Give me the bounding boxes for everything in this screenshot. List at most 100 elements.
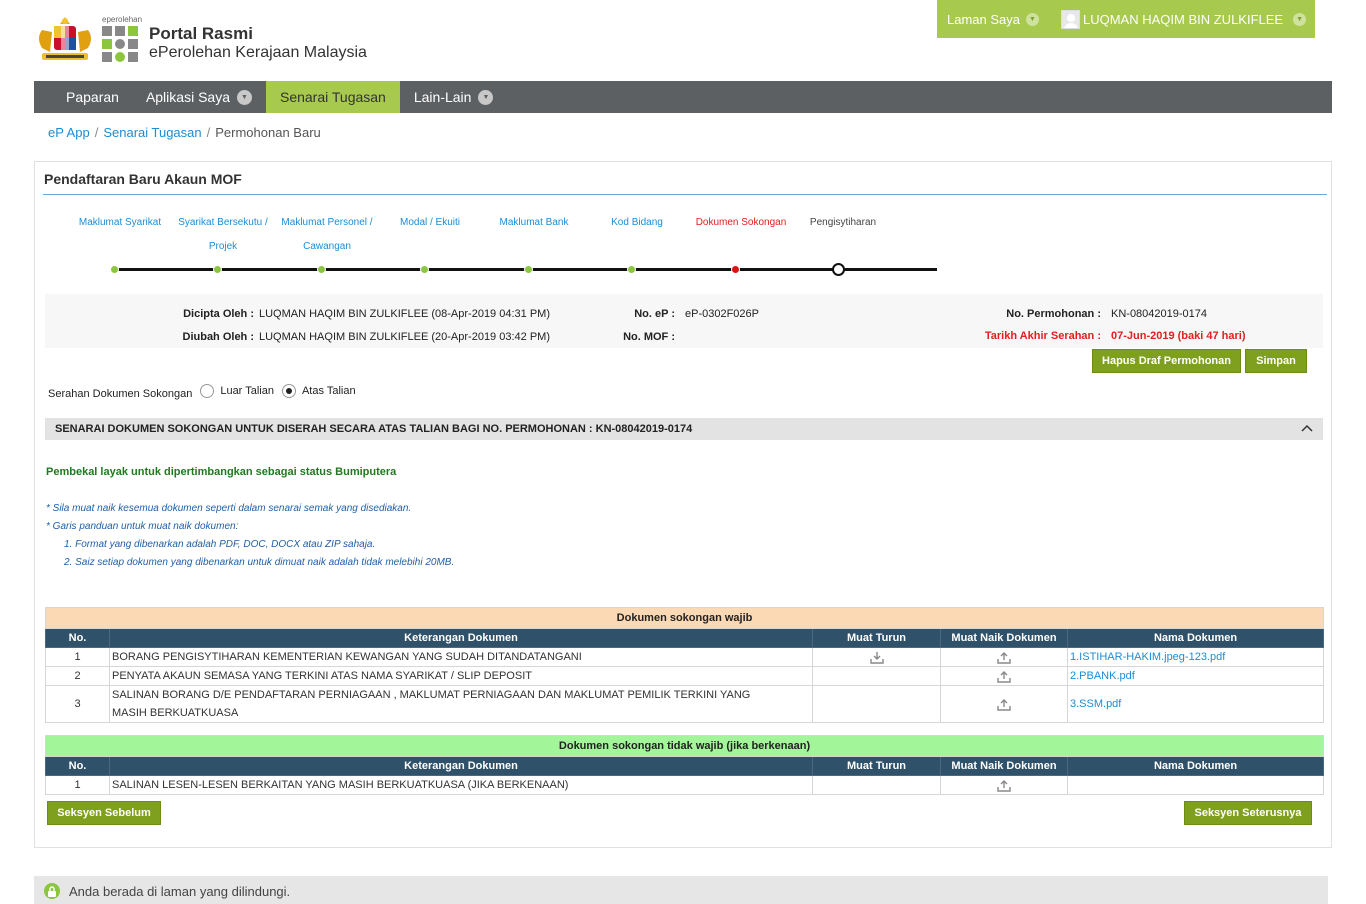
step-label-line: Maklumat Personel / xyxy=(281,217,373,228)
diubah-value: LUQMAN HAQIM BIN ZULKIFLEE (20-Apr-2019 … xyxy=(259,331,550,343)
table-row: 1 SALINAN LESEN-LESEN BERKAITAN YANG MAS… xyxy=(45,775,1325,795)
table-caption: Dokumen sokongan wajib xyxy=(44,607,1325,629)
user-name: LUQMAN HAQIM BIN ZULKIFLEE xyxy=(1083,11,1284,27)
nav-item-lain-lain[interactable]: Lain-Lain ▼ xyxy=(400,81,508,113)
wizard-step-dokumen-sokongan[interactable]: Dokumen Sokongan xyxy=(686,211,796,235)
simpan-button[interactable]: Simpan xyxy=(1245,349,1307,373)
tarikh-akhir-value: 07-Jun-2019 (baki 47 hari) xyxy=(1111,330,1246,342)
wizard-step-maklumat-syarikat[interactable]: Maklumat Syarikat xyxy=(75,211,165,235)
section-title: SENARAI DOKUMEN SOKONGAN UNTUK DISERAH S… xyxy=(55,423,693,435)
portal-title: Portal Rasmi xyxy=(149,24,253,43)
download-cell xyxy=(812,685,941,723)
wizard-step-pengisytiharan[interactable]: Pengisytiharan xyxy=(798,211,888,235)
seksyen-seterusnya-button[interactable]: Seksyen Seterusnya xyxy=(1184,801,1312,825)
no-ep-value: eP-0302F026P xyxy=(685,308,759,320)
table-dokumen-wajib: Dokumen sokongan wajib No. Keterangan Do… xyxy=(44,607,1325,723)
step-label-line: Projek xyxy=(208,241,238,252)
laman-saya-menu[interactable]: Laman Saya ▼ xyxy=(947,12,1039,27)
malaysia-crest-logo xyxy=(39,17,91,60)
no-mof-label: No. MOF : xyxy=(623,331,675,343)
chevron-down-icon: ▼ xyxy=(236,89,252,105)
wizard-dot-done xyxy=(110,265,119,274)
logo-small-text: eperolehan xyxy=(102,15,143,24)
upload-icon[interactable] xyxy=(997,779,1011,792)
security-footer: Anda berada di laman yang dilindungi. xyxy=(34,876,1328,904)
nav-item-paparan[interactable]: Paparan xyxy=(34,81,132,113)
row-no: 3 xyxy=(45,685,110,723)
upload-cell xyxy=(940,775,1068,795)
wizard-step-syarikat-bersekutu[interactable]: Syarikat Bersekutu / Projek xyxy=(173,211,273,259)
page-title: Pendaftaran Baru Akaun MOF xyxy=(44,171,242,187)
nav-item-aplikasi-saya[interactable]: Aplikasi Saya ▼ xyxy=(132,81,266,113)
download-cell xyxy=(812,666,941,686)
breadcrumb-separator: / xyxy=(94,125,99,140)
column-header-nama: Nama Dokumen xyxy=(1066,756,1325,776)
column-header-muat-naik: Muat Naik Dokumen xyxy=(940,628,1068,648)
chevron-down-icon: ▼ xyxy=(478,89,494,105)
radio-luar-talian[interactable] xyxy=(200,384,215,398)
wizard-dot-current xyxy=(731,265,740,274)
nav-item-label: Lain-Lain xyxy=(413,89,472,105)
radio-atas-talian[interactable] xyxy=(281,384,296,398)
header: eperolehan Portal Rasmi ePerolehan Keraj… xyxy=(0,0,1366,80)
file-link[interactable]: 1.ISTIHAR-HAKIM.jpeg-123.pdf xyxy=(1070,651,1225,663)
chevron-up-icon[interactable] xyxy=(1301,421,1313,435)
nav-item-senarai-tugasan[interactable]: Senarai Tugasan xyxy=(265,81,400,113)
step-label-line: Kod Bidang xyxy=(611,217,663,228)
title-divider xyxy=(43,194,1327,195)
upload-icon[interactable] xyxy=(997,698,1011,711)
radio-luar-talian-label: Luar Talian xyxy=(220,385,274,397)
table-dokumen-tidak-wajib: Dokumen sokongan tidak wajib (jika berke… xyxy=(44,735,1325,795)
eperolehan-logo xyxy=(102,26,138,62)
row-no: 2 xyxy=(45,666,110,686)
row-description: BORANG PENGISYTIHARAN KEMENTERIAN KEWANG… xyxy=(109,647,813,667)
breadcrumb-current: Permohonan Baru xyxy=(215,125,321,140)
wizard-step-modal-ekuiti[interactable]: Modal / Ekuiti xyxy=(385,211,475,235)
step-label-line: Pengisytiharan xyxy=(809,217,877,228)
row-description: SALINAN BORANG D/E PENDAFTARAN PERNIAGAA… xyxy=(109,685,813,723)
lock-icon xyxy=(44,883,60,899)
main-nav: Paparan Aplikasi Saya ▼ Senarai Tugasan … xyxy=(34,81,1332,113)
download-icon[interactable] xyxy=(869,651,884,664)
upload-icon[interactable] xyxy=(997,651,1011,664)
upload-cell xyxy=(940,666,1068,686)
laman-saya-label: Laman Saya xyxy=(947,11,1020,27)
file-link[interactable]: 3.SSM.pdf xyxy=(1070,698,1121,710)
wizard-step-maklumat-bank[interactable]: Maklumat Bank xyxy=(489,211,579,235)
column-header-muat-naik: Muat Naik Dokumen xyxy=(940,756,1068,776)
section-header-dokumen[interactable]: SENARAI DOKUMEN SOKONGAN UNTUK DISERAH S… xyxy=(45,418,1323,440)
nav-item-label: Senarai Tugasan xyxy=(279,89,386,105)
wizard-dot-done xyxy=(627,265,636,274)
breadcrumb-ep-app[interactable]: eP App xyxy=(48,125,90,140)
wizard-dot-pending xyxy=(832,263,845,276)
breadcrumb: eP App / Senarai Tugasan / Permohonan Baru xyxy=(48,125,321,140)
portal-subtitle: ePerolehan Kerajaan Malaysia xyxy=(149,44,367,61)
diubah-label: Diubah Oleh : xyxy=(182,331,255,343)
upload-icon[interactable] xyxy=(997,670,1011,683)
serahan-label: Serahan Dokumen Sokongan xyxy=(48,388,193,400)
column-header-no: No. xyxy=(45,756,110,776)
security-message: Anda berada di laman yang dilindungi. xyxy=(69,883,291,899)
bumiputera-status-note: Pembekal layak untuk dipertimbangkan seb… xyxy=(46,466,397,478)
file-link[interactable]: 2.PBANK.pdf xyxy=(1070,670,1135,682)
wizard-step-maklumat-personel[interactable]: Maklumat Personel / Cawangan xyxy=(277,211,377,259)
wizard-dot-done xyxy=(213,265,222,274)
breadcrumb-senarai-tugasan[interactable]: Senarai Tugasan xyxy=(103,125,201,140)
step-label-line: Modal / Ekuiti xyxy=(399,217,461,228)
download-cell xyxy=(812,647,941,667)
application-panel: Pendaftaran Baru Akaun MOF Maklumat Syar… xyxy=(34,161,1332,848)
hapus-draf-button[interactable]: Hapus Draf Permohonan xyxy=(1092,349,1241,373)
file-name-cell: 3.SSM.pdf xyxy=(1066,685,1325,723)
seksyen-sebelum-button[interactable]: Seksyen Sebelum xyxy=(47,801,161,825)
user-menu[interactable]: LUQMAN HAQIM BIN ZULKIFLEE ▼ xyxy=(1061,9,1307,29)
chevron-down-icon: ▼ xyxy=(1293,12,1307,26)
wizard-step-kod-bidang[interactable]: Kod Bidang xyxy=(592,211,682,235)
step-label-line: Cawangan xyxy=(303,241,351,252)
avatar xyxy=(1061,9,1080,29)
table-caption: Dokumen sokongan tidak wajib (jika berke… xyxy=(44,735,1325,757)
upload-cell xyxy=(940,685,1068,723)
nav-item-label: Paparan xyxy=(66,89,119,105)
row-description: PENYATA AKAUN SEMASA YANG TERKINI ATAS N… xyxy=(109,666,813,686)
dicipta-label: Dicipta Oleh : xyxy=(183,308,254,320)
nav-item-label: Aplikasi Saya xyxy=(145,89,230,105)
